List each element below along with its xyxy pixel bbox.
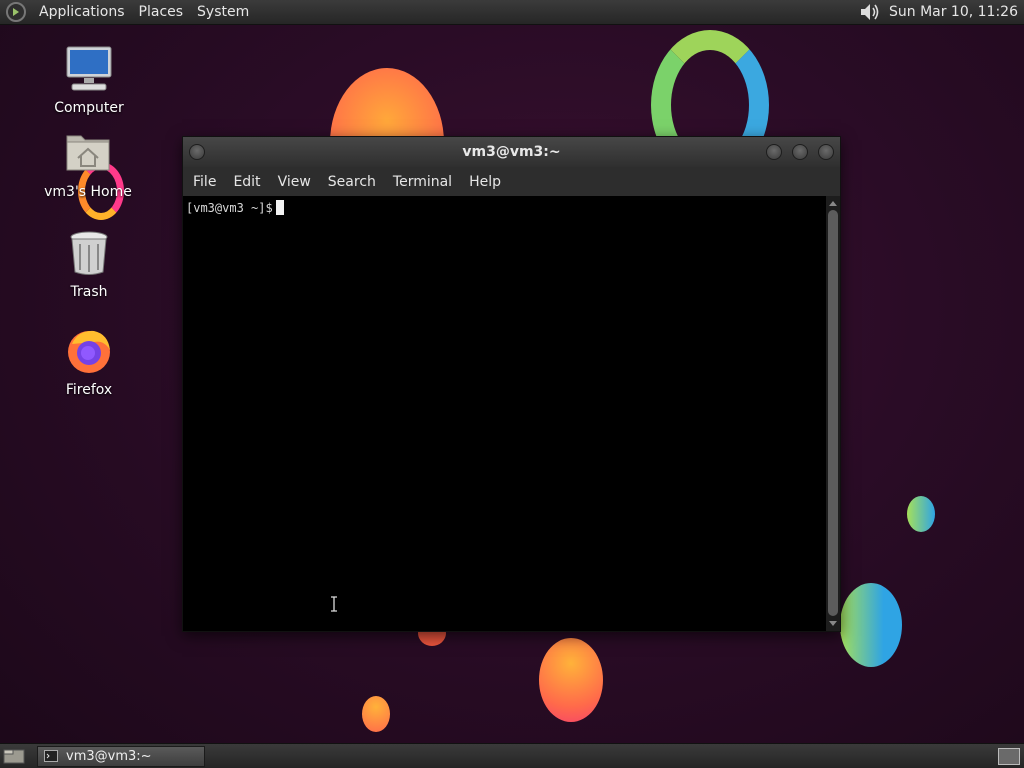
shell-prompt: [vm3@vm3 ~]$ [186,201,273,215]
clock[interactable]: Sun Mar 10, 11:26 [889,4,1024,20]
window-menu-button[interactable] [189,144,205,160]
minimize-button[interactable] [766,144,782,160]
firefox-icon [68,330,110,373]
maximize-button[interactable] [792,144,808,160]
computer-icon [66,46,112,91]
desktop-icon-home[interactable]: vm3's Home [43,128,133,200]
menu-view[interactable]: View [272,174,317,190]
workspace-switcher[interactable] [998,747,1020,765]
terminal-output[interactable]: [vm3@vm3 ~]$ [183,196,827,631]
trash-icon [70,231,108,275]
ibeam-cursor-icon [331,596,337,612]
desktop-icon-label: Trash [70,284,108,300]
taskbar-item-label: vm3@vm3:~ [66,748,152,764]
scroll-down-arrow-icon[interactable] [829,621,837,626]
desktop-icon-label: Firefox [65,382,113,398]
menu-help[interactable]: Help [463,174,507,190]
wallpaper-shape [539,638,603,722]
system-menu[interactable]: System [190,0,256,25]
menu-file[interactable]: File [187,174,222,190]
menu-terminal[interactable]: Terminal [387,174,458,190]
wallpaper-shape [362,696,390,732]
places-menu[interactable]: Places [132,0,191,25]
desktop-icon-firefox[interactable]: Firefox [44,326,134,398]
desktop-icon-label: Computer [54,100,124,116]
menu-edit[interactable]: Edit [227,174,266,190]
terminal-scrollbar[interactable] [826,196,840,631]
applications-menu[interactable]: Applications [32,0,132,25]
window-titlebar[interactable]: vm3@vm3:~ [183,137,840,167]
desktop-icon-trash[interactable]: Trash [44,228,134,300]
terminal-menubar: File Edit View Search Terminal Help [183,167,840,196]
desktop-icon-computer[interactable]: Computer [44,44,134,116]
window-title: vm3@vm3:~ [462,144,561,160]
bottom-panel: vm3@vm3:~ [0,743,1024,768]
taskbar-item-terminal[interactable]: vm3@vm3:~ [37,745,205,767]
terminal-window[interactable]: vm3@vm3:~ File Edit View Search Terminal… [182,136,841,632]
menu-search[interactable]: Search [322,174,382,190]
scroll-up-arrow-icon[interactable] [829,201,837,206]
home-folder-icon [66,135,110,171]
volume-icon[interactable] [859,2,881,22]
terminal-icon [44,750,58,762]
wallpaper-shape [907,496,935,532]
text-cursor [275,200,284,215]
scrollbar-thumb[interactable] [828,210,838,616]
top-panel: Applications Places System Sun Mar 10, 1… [0,0,1024,25]
wallpaper-shape [840,583,902,667]
close-button[interactable] [818,144,834,160]
distro-logo-icon[interactable] [6,2,26,22]
desktop-icon-label: vm3's Home [44,184,132,200]
show-desktop-icon[interactable] [3,747,25,765]
